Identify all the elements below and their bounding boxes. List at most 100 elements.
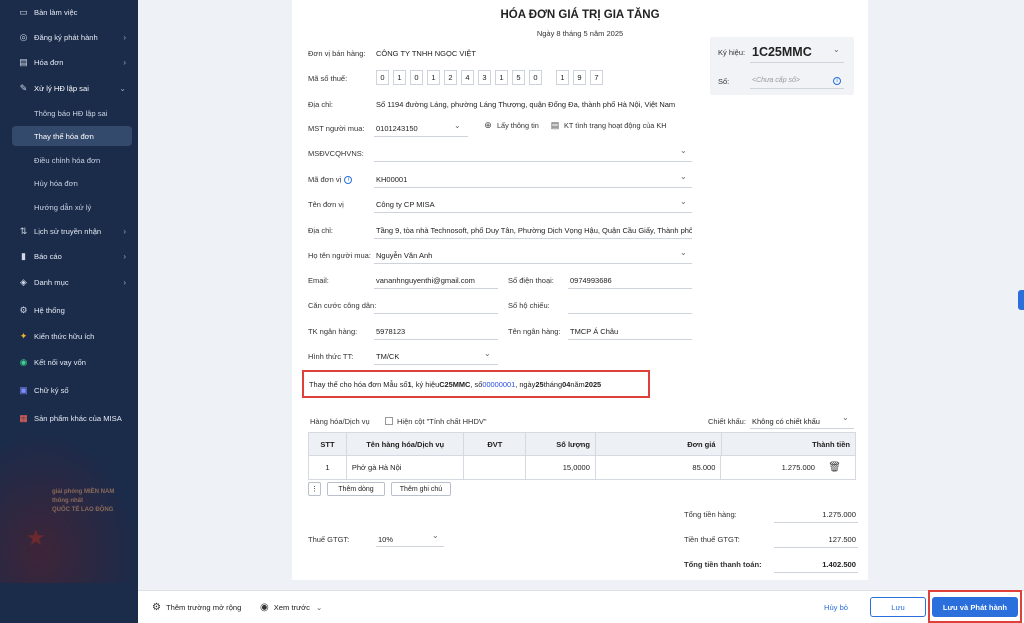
sidebar-item-label: Bàn làm việc <box>34 7 78 17</box>
extend-fields-button[interactable]: ⚙ Thêm trường mở rộng <box>152 602 241 613</box>
chevron-down-icon[interactable]: ⌄ <box>842 413 849 422</box>
chevron-down-icon[interactable]: ⌄ <box>680 146 687 155</box>
buyer-name-input[interactable]: Nguyễn Văn Anh <box>376 251 432 260</box>
sidebar-item-knowledge[interactable]: ✦ Kiến thức hữu ích <box>0 326 138 346</box>
row-amount: 1.275.000 🗑 <box>721 456 855 479</box>
sidebar-item-label: Đăng ký phát hành <box>34 32 98 42</box>
chevron-down-icon[interactable]: ⌄ <box>432 531 439 540</box>
row-name[interactable]: Phở gà Hà Nội <box>347 456 465 479</box>
vat-select[interactable]: 10% <box>378 535 393 544</box>
row-unit[interactable] <box>464 456 527 479</box>
replace-text: , ký hiệu <box>411 379 440 389</box>
bank-account-field[interactable]: 5978123 <box>376 327 405 336</box>
eye-icon: ◉ <box>260 602 269 613</box>
replace-text: tháng <box>543 379 563 389</box>
get-info-button[interactable]: ⊕ Lấy thông tin <box>483 120 539 130</box>
highlight-box <box>928 590 1022 623</box>
bank-name-label: Tên ngân hàng: <box>508 327 561 336</box>
tax-digit: 9 <box>573 70 586 85</box>
row-qty[interactable]: 15,0000 <box>526 456 596 479</box>
field-underline <box>374 238 692 239</box>
sidebar-item-catalog[interactable]: ◈ Danh mục › <box>0 272 138 292</box>
preview-button[interactable]: ◉ Xem trước ⌄ <box>260 602 322 613</box>
show-column-checkbox[interactable] <box>385 417 393 425</box>
chevron-down-icon[interactable]: ⌄ <box>833 45 840 54</box>
sidebar-item-apps[interactable]: ▦ Sản phẩm khác của MISA <box>0 408 138 428</box>
sidebar-subitem-replace[interactable]: Thay thế hóa đơn <box>12 126 132 146</box>
sidebar-item-label: Thông báo HĐ lập sai <box>34 108 108 118</box>
sidebar-item-system[interactable]: ⚙ Hệ thống <box>0 300 138 320</box>
sidebar-item-loan[interactable]: ◉ Kết nối vay vốn <box>0 352 138 372</box>
vat-amount-label: Tiền thuế GTGT: <box>684 535 740 544</box>
field-underline <box>374 187 692 188</box>
payment-select[interactable]: TM/CK <box>376 352 399 361</box>
chevron-right-icon: › <box>123 226 126 236</box>
sidebar-item-fix-invoice[interactable]: ✎ Xử lý HĐ lập sai ⌄ <box>0 78 138 98</box>
phone-field[interactable]: 0974993686 <box>570 276 612 285</box>
unit-code-input[interactable]: KH00001 <box>376 175 407 184</box>
bank-name-field[interactable]: TMCP Á Châu <box>570 327 618 336</box>
email-field[interactable]: vananhnguyenthi@gmail.com <box>376 276 475 285</box>
sidebar-subitem-notify[interactable]: Thông báo HĐ lập sai <box>0 103 138 123</box>
more-options-button[interactable]: ⋮ <box>308 482 321 496</box>
chevron-down-icon[interactable]: ⌄ <box>484 349 491 358</box>
seller-label: Đơn vị bán hàng: <box>308 49 366 58</box>
discount-select[interactable]: Không có chiết khấu <box>752 417 820 426</box>
gear-icon: ⚙ <box>152 602 161 613</box>
check-status-button[interactable]: ▤ KT tình trạng hoạt động của KH <box>550 120 667 130</box>
tax-digit: 3 <box>478 70 491 85</box>
sidebar-item-desktop[interactable]: ▭ Bàn làm việc <box>0 2 138 22</box>
sidebar-subitem-adjust[interactable]: Điều chỉnh hóa đơn <box>0 150 138 170</box>
tax-digit: 4 <box>461 70 474 85</box>
buyer-name-label: Họ tên người mua: <box>308 251 371 260</box>
sidebar-item-report[interactable]: ▮ Báo cáo › <box>0 246 138 266</box>
total-value: 1.402.500 <box>822 560 856 569</box>
chevron-down-icon[interactable]: ⌄ <box>454 121 461 130</box>
sidebar-item-signature[interactable]: ▣ Chữ ký số <box>0 380 138 400</box>
add-note-button[interactable]: Thêm ghi chú <box>391 482 451 496</box>
chevron-down-icon[interactable]: ⌄ <box>680 248 687 257</box>
buyer-address-input[interactable]: Tầng 9, tòa nhà Technosoft, phố Duy Tân,… <box>376 226 692 235</box>
goods-section-label: Hàng hóa/Dịch vụ <box>310 417 370 426</box>
number-placeholder: <Chưa cấp số> <box>752 77 801 84</box>
sidebar-item-label: Lịch sử truyền nhận <box>34 226 102 236</box>
replace-number-link[interactable]: 00000001 <box>482 380 515 389</box>
cancel-button[interactable]: Hủy bỏ <box>814 597 858 617</box>
show-column-label: Hiện cột "Tính chất HHDV" <box>397 417 487 426</box>
buyer-address-label: Địa chỉ: <box>308 226 334 235</box>
invoice-icon: ▤ <box>19 56 28 67</box>
get-info-label: Lấy thông tin <box>497 120 539 130</box>
sidebar-item-invoice[interactable]: ▤ Hóa đơn › <box>0 52 138 72</box>
sidebar-item-register[interactable]: ◎ Đăng ký phát hành › <box>0 27 138 47</box>
footer-bar: ⚙ Thêm trường mở rộng ◉ Xem trước ⌄ Hủy … <box>138 590 1024 623</box>
row-price[interactable]: 85.000 <box>596 456 722 479</box>
side-handle[interactable] <box>1018 290 1024 310</box>
info-icon[interactable]: i <box>344 175 353 184</box>
save-button[interactable]: Lưu <box>870 597 926 617</box>
replace-text: , ngày <box>515 379 536 389</box>
symbol-select[interactable]: 1C25MMC <box>752 45 812 59</box>
add-row-button[interactable]: Thêm dòng <box>327 482 385 496</box>
apps-icon: ▦ <box>19 412 28 423</box>
tax-digit: 1 <box>556 70 569 85</box>
chevron-right-icon: › <box>123 277 126 287</box>
sidebar-subitem-cancel[interactable]: Hủy hóa đơn <box>0 173 138 193</box>
column-header: Số lượng <box>526 433 596 455</box>
sidebar-item-history[interactable]: ⇅ Lịch sử truyền nhận › <box>0 221 138 241</box>
unit-name-input[interactable]: Công ty CP MISA <box>376 200 435 209</box>
total-label: Tổng tiền thanh toán: <box>684 560 762 569</box>
bank-account-label: TK ngân hàng: <box>308 327 358 336</box>
table-row[interactable]: 1 Phở gà Hà Nội 15,0000 85.000 1.275.000… <box>309 455 855 479</box>
buyer-tax-input[interactable]: 0101243150 <box>376 124 418 133</box>
chevron-down-icon[interactable]: ⌄ <box>680 197 687 206</box>
trash-icon[interactable]: 🗑 <box>828 462 841 473</box>
knowledge-icon: ✦ <box>19 330 28 341</box>
field-underline <box>374 136 468 137</box>
number-label: Số: <box>718 77 730 86</box>
vat-amount-value: 127.500 <box>828 535 856 544</box>
field-underline <box>374 161 692 162</box>
chevron-down-icon[interactable]: ⌄ <box>680 172 687 181</box>
table-header: STT Tên hàng hóa/Dịch vụ ĐVT Số lượng Đơ… <box>309 433 855 455</box>
sidebar-subitem-guide[interactable]: Hướng dẫn xử lý <box>0 197 138 217</box>
info-icon[interactable]: i <box>833 77 841 85</box>
